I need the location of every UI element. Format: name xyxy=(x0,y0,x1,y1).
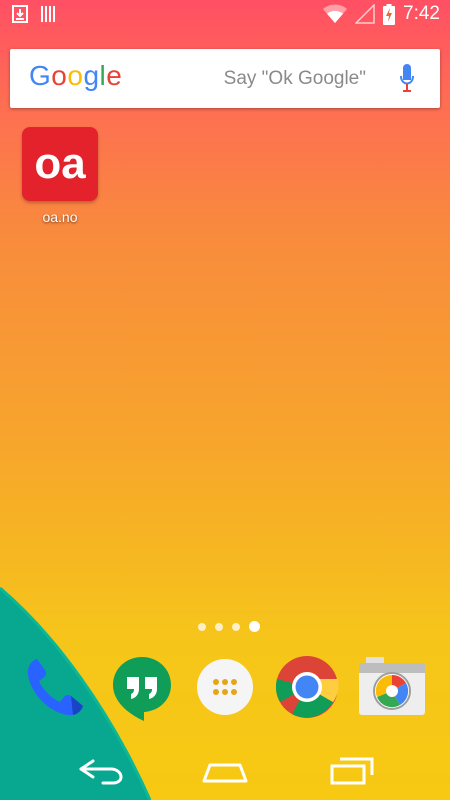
app-label: oa.no xyxy=(42,209,78,225)
wifi-icon xyxy=(323,4,348,23)
recents-icon[interactable] xyxy=(328,755,378,787)
oa-app-icon: oa xyxy=(22,127,98,201)
phone-icon[interactable] xyxy=(21,653,89,721)
mic-icon[interactable] xyxy=(400,64,414,94)
google-logo-letter: o xyxy=(51,60,68,91)
page-dot-active[interactable] xyxy=(249,621,260,632)
barcode-icon xyxy=(41,6,55,22)
page-indicator xyxy=(198,621,260,632)
google-logo-letter: G xyxy=(29,60,52,91)
page-dot[interactable] xyxy=(198,622,206,631)
download-icon xyxy=(12,5,28,23)
google-logo-letter: e xyxy=(106,60,123,91)
hangouts-icon[interactable] xyxy=(108,653,176,721)
app-drawer-icon[interactable] xyxy=(191,653,259,721)
clock: 7:42 xyxy=(403,3,440,24)
home-icon[interactable] xyxy=(200,755,250,787)
app-oa-no[interactable]: oa oa.no xyxy=(22,127,98,225)
camera-icon[interactable] xyxy=(356,653,428,721)
google-search-bar[interactable]: Google Say "Ok Google" xyxy=(10,49,440,108)
back-icon[interactable] xyxy=(75,755,125,787)
oa-tile-text: oa xyxy=(34,139,86,188)
status-bar: 7:42 xyxy=(0,0,450,32)
page-dot[interactable] xyxy=(215,622,223,631)
search-hint: Say "Ok Google" xyxy=(223,68,366,89)
chrome-icon[interactable] xyxy=(273,653,341,721)
google-logo-letter: g xyxy=(83,60,100,91)
no-signal-icon xyxy=(355,4,375,24)
page-dot[interactable] xyxy=(232,622,240,631)
google-logo: Google xyxy=(29,60,122,92)
battery-charging-icon xyxy=(383,3,396,25)
navigation-bar xyxy=(0,740,450,800)
google-logo-letter: o xyxy=(67,60,84,91)
